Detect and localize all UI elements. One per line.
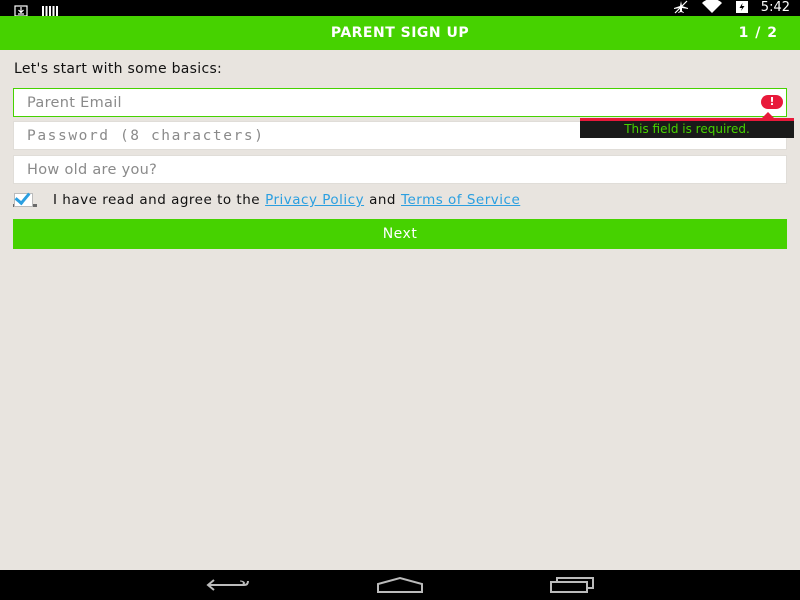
privacy-policy-link[interactable]: Privacy Policy: [265, 192, 364, 208]
nav-bar: [0, 570, 800, 600]
intro-text: Let's start with some basics:: [14, 61, 223, 77]
email-input[interactable]: [14, 89, 786, 116]
home-icon[interactable]: [370, 570, 430, 600]
terms-of-service-link[interactable]: Terms of Service: [401, 192, 520, 208]
email-field: !: [13, 88, 787, 117]
status-bar: 5:42: [0, 0, 800, 18]
age-input[interactable]: [14, 156, 786, 183]
agree-row: I have read and agree to the Privacy Pol…: [13, 188, 520, 210]
age-field: [13, 155, 787, 184]
page-title: PARENT SIGN UP: [330, 25, 470, 41]
agree-checkbox[interactable]: [13, 188, 37, 207]
back-icon[interactable]: [198, 570, 258, 600]
recent-apps-icon[interactable]: [542, 570, 602, 600]
step-indicator: 1 / 2: [738, 25, 778, 41]
error-icon: !: [761, 95, 783, 109]
next-button[interactable]: Next: [13, 219, 787, 249]
airplane-mode-icon: [673, 0, 689, 18]
agree-joiner: and: [369, 192, 396, 208]
error-tooltip: This field is required.: [580, 112, 794, 138]
checkmark-icon: [14, 188, 31, 206]
wifi-icon: [701, 0, 723, 18]
agree-text: I have read and agree to the: [53, 192, 261, 208]
status-time: 5:42: [760, 0, 790, 15]
battery-icon: [735, 0, 749, 18]
app-bar: PARENT SIGN UP 1 / 2: [0, 16, 800, 50]
